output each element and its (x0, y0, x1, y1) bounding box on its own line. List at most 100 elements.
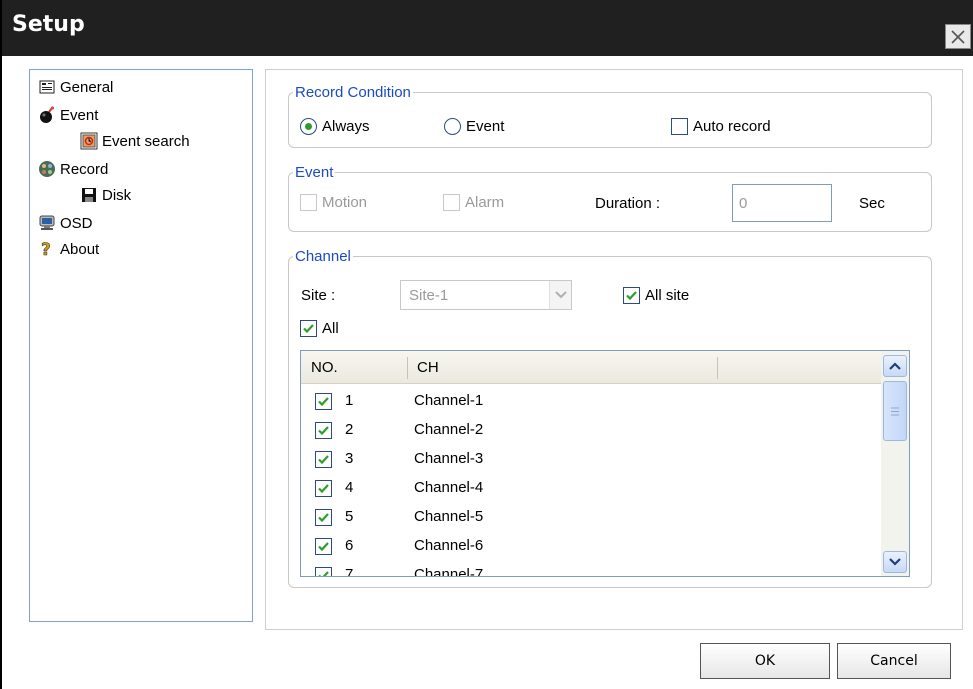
duration-unit: Sec (859, 195, 885, 212)
event-radio[interactable]: Event (444, 118, 504, 135)
general-settings-icon (38, 78, 56, 96)
auto-record-label: Auto record (693, 118, 771, 135)
checkmark-icon (318, 397, 329, 407)
table-row[interactable]: 3 Channel-3 (301, 445, 881, 474)
checkmark-icon (318, 426, 329, 436)
table-row[interactable]: 4 Channel-4 (301, 474, 881, 503)
row-checkbox[interactable] (315, 480, 332, 497)
row-number: 7 (345, 566, 354, 577)
site-select-value: Site-1 (409, 286, 449, 304)
checkbox-box (300, 320, 317, 337)
channel-list: NO. CH 1 Channel-1 2 Channel-2 3 Channel… (300, 350, 910, 577)
checkmark-icon (303, 324, 314, 334)
row-checkbox[interactable] (315, 393, 332, 410)
row-checkbox[interactable] (315, 567, 332, 576)
column-header-ch[interactable]: CH (407, 351, 717, 384)
event-bomb-icon (38, 106, 56, 124)
tree-item-label: About (60, 240, 100, 258)
settings-tree: General Event Event search Record Disk O… (29, 69, 253, 622)
osd-monitor-icon (38, 214, 56, 232)
row-checkbox[interactable] (315, 538, 332, 555)
close-button[interactable] (945, 24, 971, 49)
always-label: Always (322, 118, 370, 135)
event-search-icon (80, 132, 98, 150)
event-legend: Event (295, 164, 334, 181)
alarm-checkbox[interactable]: Alarm (443, 194, 504, 211)
radio-dot (300, 118, 317, 135)
row-number: 5 (345, 508, 354, 525)
auto-record-checkbox[interactable]: Auto record (671, 118, 771, 135)
checkmark-icon (318, 455, 329, 465)
checkbox-box (300, 194, 317, 211)
setup-window: Setup General Event Event search Record … (0, 0, 973, 689)
row-channel: Channel-1 (414, 392, 484, 409)
column-header-no[interactable]: NO. (301, 351, 407, 384)
radio-dot (444, 118, 461, 135)
chevron-up-icon (889, 362, 901, 370)
tree-item-about[interactable]: ? About (38, 238, 100, 260)
checkmark-icon (318, 513, 329, 523)
table-row[interactable]: 2 Channel-2 (301, 416, 881, 445)
tree-item-label: OSD (60, 214, 93, 232)
checkmark-icon (626, 291, 637, 301)
scroll-thumb[interactable] (883, 381, 907, 441)
row-checkbox[interactable] (315, 422, 332, 439)
table-row[interactable]: 1 Channel-1 (301, 387, 881, 416)
table-row[interactable]: 7 Channel-7 (301, 561, 881, 577)
tree-item-osd[interactable]: OSD (38, 212, 93, 234)
checkmark-icon (318, 484, 329, 494)
row-number: 6 (345, 537, 354, 554)
question-mark-icon: ? (38, 240, 56, 258)
all-label: All (322, 320, 339, 337)
tree-item-record[interactable]: Record (38, 158, 108, 180)
ok-button[interactable]: OK (700, 643, 830, 679)
tree-item-disk[interactable]: Disk (80, 184, 131, 206)
row-channel: Channel-7 (414, 566, 484, 577)
checkbox-box (443, 194, 460, 211)
scroll-down-button[interactable] (883, 551, 907, 573)
table-row[interactable]: 6 Channel-6 (301, 532, 881, 561)
row-checkbox[interactable] (315, 451, 332, 468)
motion-checkbox[interactable]: Motion (300, 194, 367, 211)
site-select[interactable]: Site-1 (400, 280, 572, 310)
row-checkbox[interactable] (315, 509, 332, 526)
table-row[interactable]: 5 Channel-5 (301, 503, 881, 532)
record-film-icon (38, 160, 56, 178)
close-icon (951, 29, 965, 44)
svg-text:?: ? (41, 240, 51, 258)
alarm-label: Alarm (465, 194, 505, 211)
chevron-down-icon (549, 281, 571, 309)
all-channels-checkbox[interactable]: All (300, 320, 339, 337)
cancel-button[interactable]: Cancel (837, 643, 951, 679)
row-channel: Channel-2 (414, 421, 484, 438)
tree-item-event[interactable]: Event (38, 104, 98, 126)
tree-item-label: Event (60, 106, 99, 124)
always-radio[interactable]: Always (300, 118, 370, 135)
row-channel: Channel-6 (414, 537, 484, 554)
tree-item-label: Event search (102, 132, 190, 150)
site-label: Site : (301, 287, 336, 304)
tree-item-event-search[interactable]: Event search (80, 130, 190, 152)
checkmark-icon (318, 571, 329, 576)
vertical-scrollbar[interactable] (881, 351, 909, 576)
motion-label: Motion (322, 194, 368, 211)
chevron-down-icon (889, 558, 901, 566)
row-number: 3 (345, 450, 354, 467)
row-channel: Channel-4 (414, 479, 484, 496)
disk-floppy-icon (80, 186, 98, 204)
column-divider (717, 357, 718, 379)
scroll-up-button[interactable] (883, 355, 907, 377)
duration-input[interactable] (732, 184, 832, 222)
record-condition-legend: Record Condition (295, 84, 411, 101)
list-header: NO. CH (301, 351, 881, 384)
row-channel: Channel-3 (414, 450, 484, 467)
row-number: 1 (345, 392, 354, 409)
row-number: 2 (345, 421, 354, 438)
tree-item-label: General (60, 78, 114, 96)
checkbox-box (623, 287, 640, 304)
all-site-checkbox[interactable]: All site (623, 287, 689, 304)
window-title: Setup (12, 12, 85, 37)
tree-item-general[interactable]: General (38, 76, 113, 98)
channel-legend: Channel (295, 248, 351, 265)
checkmark-icon (318, 542, 329, 552)
